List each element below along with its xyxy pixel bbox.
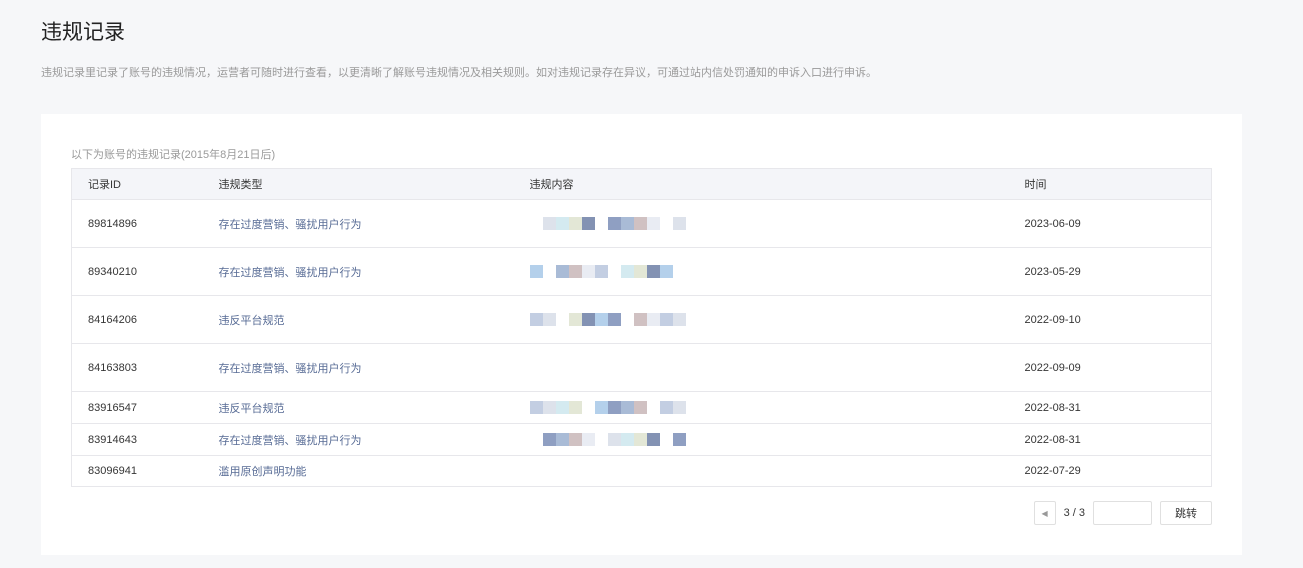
record-id: 83914643 — [71, 423, 219, 456]
violation-type: 存在过度营销、骚扰用户行为 — [218, 343, 530, 392]
table-row: 83914643 存在过度营销、骚扰用户行为 2022-08-31 — [71, 423, 1212, 456]
chevron-left-icon: ◀ — [1041, 508, 1048, 518]
violation-content — [529, 199, 1025, 248]
violation-type: 存在过度营销、骚扰用户行为 — [218, 423, 530, 456]
violation-type: 滥用原创声明功能 — [218, 455, 530, 487]
record-id: 89814896 — [71, 199, 219, 248]
violation-type: 存在过度营销、骚扰用户行为 — [218, 199, 530, 248]
violation-time: 2022-09-10 — [1024, 295, 1212, 344]
header-id: 记录ID — [71, 168, 219, 200]
prev-page-button[interactable]: ◀ — [1033, 501, 1056, 525]
violation-time: 2023-05-29 — [1024, 247, 1212, 296]
table-row: 84163803 存在过度营销、骚扰用户行为 2022-09-09 — [71, 343, 1212, 392]
header-content: 违规内容 — [529, 168, 1025, 200]
page-title: 违规记录 — [41, 21, 125, 44]
page-description: 违规记录里记录了账号的违规情况，运营者可随时进行查看，以更清晰了解账号违规情况及… — [41, 67, 877, 79]
record-id: 84163803 — [71, 343, 219, 392]
table-row: 89340210 存在过度营销、骚扰用户行为 2023-05-29 — [71, 247, 1212, 296]
record-id: 84164206 — [71, 295, 219, 344]
violation-type: 违反平台规范 — [218, 295, 530, 344]
redacted-content — [530, 217, 760, 230]
page-indicator: 3 / 3 — [1063, 507, 1085, 519]
table-row: 83096941 滥用原创声明功能 2022-07-29 — [71, 455, 1212, 487]
violation-time: 2022-08-31 — [1024, 423, 1212, 456]
redacted-content — [530, 433, 760, 446]
violation-content — [529, 423, 1025, 456]
record-id: 83916547 — [71, 391, 219, 424]
record-id: 89340210 — [71, 247, 219, 296]
violation-content — [529, 455, 1025, 487]
header-time: 时间 — [1024, 168, 1212, 200]
violation-type: 存在过度营销、骚扰用户行为 — [218, 247, 530, 296]
table-row: 89814896 存在过度营销、骚扰用户行为 2023-06-09 — [71, 199, 1212, 248]
page-jump-input[interactable] — [1093, 501, 1152, 525]
header-type: 违规类型 — [218, 168, 530, 200]
violation-card: 以下为账号的违规记录(2015年8月21日后) 记录ID 违规类型 违规内容 时… — [41, 114, 1242, 555]
violation-time: 2022-07-29 — [1024, 455, 1212, 487]
redacted-content — [529, 313, 760, 326]
redacted-content — [529, 265, 760, 278]
redacted-content — [529, 401, 760, 414]
violation-content — [529, 295, 1025, 344]
violation-type: 违反平台规范 — [218, 391, 530, 424]
pagination: ◀ 3 / 3 跳转 — [1033, 501, 1212, 525]
table-row: 83916547 违反平台规范 2022-08-31 — [71, 391, 1212, 424]
violation-time: 2022-08-31 — [1024, 391, 1212, 424]
violation-content — [529, 391, 1025, 424]
violation-content — [529, 247, 1025, 296]
jump-button[interactable]: 跳转 — [1160, 501, 1212, 525]
table-caption: 以下为账号的违规记录(2015年8月21日后) — [71, 149, 276, 161]
table-row: 84164206 违反平台规范 2022-09-10 — [71, 295, 1212, 344]
violation-time: 2023-06-09 — [1024, 199, 1212, 248]
record-id: 83096941 — [71, 455, 219, 487]
violation-time: 2022-09-09 — [1024, 343, 1212, 392]
violation-table: 记录ID 违规类型 违规内容 时间 89814896 存在过度营销、骚扰用户行为… — [71, 168, 1212, 487]
violation-content — [529, 343, 1025, 392]
